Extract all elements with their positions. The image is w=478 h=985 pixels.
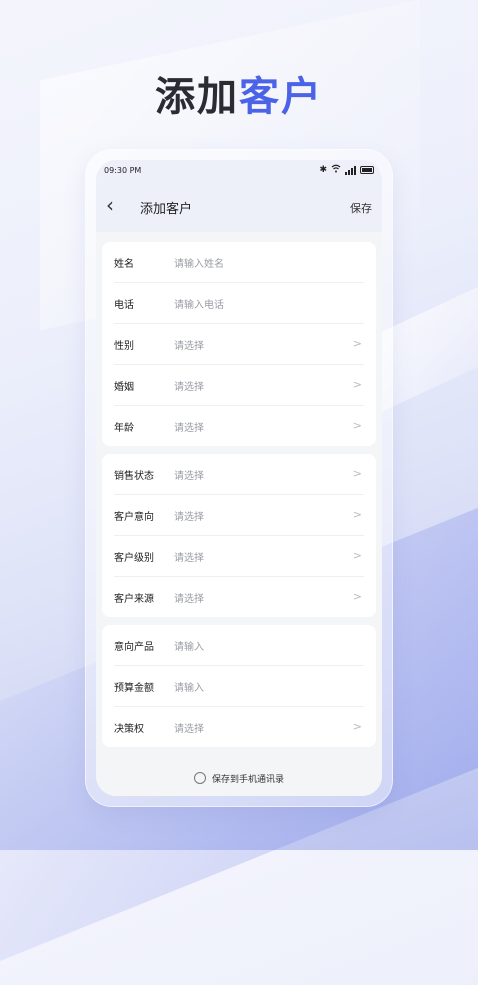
form-row-age[interactable]: 年龄 请选择 > (114, 406, 364, 446)
customer-source-select[interactable]: 请选择 (174, 590, 204, 605)
name-input[interactable]: 请输入姓名 (174, 255, 224, 270)
form-row-marital[interactable]: 婚姻 请选择 > (114, 365, 364, 406)
chevron-right-icon: > (352, 549, 362, 562)
form-row-gender[interactable]: 性别 请选择 > (114, 324, 364, 365)
wifi-icon (331, 164, 341, 176)
chevron-right-icon: > (352, 720, 362, 733)
chevron-right-icon: > (352, 508, 362, 521)
form-group-sales: 销售状态 请选择 > 客户意向 请选择 > 客户级别 请选择 > 客户来源 请选… (102, 454, 376, 617)
status-icons: ✱ (319, 164, 374, 176)
form-content: 姓名 请输入姓名 电话 请输入电话 性别 请选择 > 婚姻 请选择 > 年龄 请… (96, 232, 382, 760)
chevron-right-icon: > (352, 590, 362, 603)
page-title: 添加客户 (140, 202, 193, 217)
customer-intent-select[interactable]: 请选择 (174, 508, 204, 523)
intended-product-input[interactable]: 请输入 (174, 638, 204, 653)
form-row-customer-source[interactable]: 客户来源 请选择 > (114, 577, 364, 617)
row-label: 预算金额 (114, 682, 154, 694)
row-label: 客户级别 (114, 552, 154, 564)
row-label: 婚姻 (114, 381, 134, 393)
row-label: 客户意向 (114, 511, 154, 523)
gender-select[interactable]: 请选择 (174, 337, 204, 352)
background-glass-shape (380, 267, 478, 413)
promo-headline: 添加客户 (0, 64, 478, 122)
decision-power-select[interactable]: 请选择 (174, 720, 204, 735)
form-row-customer-level[interactable]: 客户级别 请选择 > (114, 536, 364, 577)
form-row-customer-intent[interactable]: 客户意向 请选择 > (114, 495, 364, 536)
chevron-right-icon: > (352, 378, 362, 391)
form-row-phone[interactable]: 电话 请输入电话 (114, 283, 364, 324)
status-time: 09:30 PM (104, 166, 142, 175)
row-label: 年龄 (114, 422, 134, 434)
chevron-right-icon: > (352, 467, 362, 480)
back-button[interactable]: ‹ (106, 194, 128, 218)
save-to-contacts-option[interactable]: 保存到手机通讯录 (96, 760, 382, 796)
headline-part-accent: 客户 (239, 74, 323, 120)
row-label: 电话 (114, 299, 134, 311)
form-group-basic: 姓名 请输入姓名 电话 请输入电话 性别 请选择 > 婚姻 请选择 > 年龄 请… (102, 242, 376, 446)
status-bar: 09:30 PM ✱ (96, 160, 382, 182)
bluetooth-icon: ✱ (319, 165, 327, 175)
form-group-product: 意向产品 请输入 预算金额 请输入 决策权 请选择 > (102, 625, 376, 747)
phone-input[interactable]: 请输入电话 (174, 296, 224, 311)
nav-bar: ‹ 添加客户 保存 (96, 182, 382, 232)
save-to-contacts-label: 保存到手机通讯录 (211, 774, 284, 785)
age-select[interactable]: 请选择 (174, 419, 204, 434)
headline-part-dark: 添加 (155, 74, 239, 120)
form-row-budget[interactable]: 预算金额 请输入 (114, 666, 364, 707)
phone-screen: 09:30 PM ✱ ‹ 添加客户 保存 姓名 请输入姓名 电话 请输入电话 性… (96, 160, 382, 796)
row-label: 姓名 (114, 258, 134, 270)
chevron-right-icon: > (352, 337, 362, 350)
form-row-intended-product[interactable]: 意向产品 请输入 (114, 625, 364, 666)
phone-frame: 09:30 PM ✱ ‹ 添加客户 保存 姓名 请输入姓名 电话 请输入电话 性… (86, 150, 392, 806)
signal-icon (345, 165, 356, 175)
marital-select[interactable]: 请选择 (174, 378, 204, 393)
budget-input[interactable]: 请输入 (174, 679, 204, 694)
row-label: 销售状态 (114, 470, 154, 482)
chevron-right-icon: > (352, 419, 362, 432)
radio-unchecked-icon[interactable] (193, 772, 206, 784)
save-button[interactable]: 保存 (350, 200, 372, 216)
form-row-decision-power[interactable]: 决策权 请选择 > (114, 707, 364, 747)
row-label: 意向产品 (114, 641, 154, 653)
sales-status-select[interactable]: 请选择 (174, 467, 204, 482)
customer-level-select[interactable]: 请选择 (174, 549, 204, 564)
row-label: 客户来源 (114, 593, 154, 605)
battery-icon (360, 166, 374, 174)
row-label: 决策权 (114, 723, 144, 735)
row-label: 性别 (114, 340, 134, 352)
form-row-sales-status[interactable]: 销售状态 请选择 > (114, 454, 364, 495)
form-row-name[interactable]: 姓名 请输入姓名 (114, 242, 364, 283)
